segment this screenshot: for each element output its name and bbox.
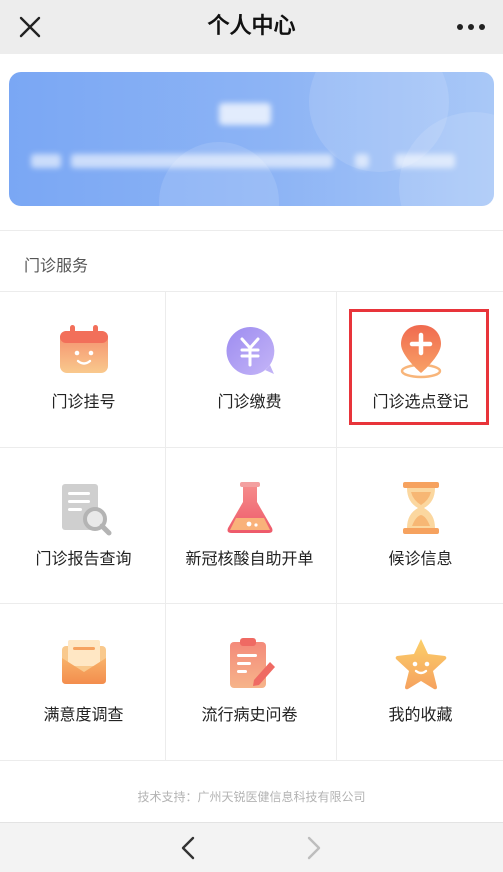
service-label: 门诊选点登记 xyxy=(372,392,469,411)
service-label: 门诊报告查询 xyxy=(35,549,132,568)
section-title: 门诊服务 xyxy=(24,256,89,275)
user-card[interactable] xyxy=(9,72,494,206)
payment-icon xyxy=(220,321,280,381)
service-outpatient-registration[interactable]: 门诊挂号 xyxy=(0,291,167,447)
service-label: 我的收藏 xyxy=(388,705,453,724)
service-satisfaction-survey[interactable]: 满意度调查 xyxy=(0,604,167,760)
user-card-area xyxy=(0,54,503,230)
star-icon xyxy=(391,634,451,694)
top-bar: 个人中心 xyxy=(0,0,503,54)
service-label: 门诊挂号 xyxy=(51,392,116,411)
user-name-masked xyxy=(219,103,271,125)
footer: 技术支持：广州天锐医健信息科技有限公司 xyxy=(0,772,503,822)
service-label: 满意度调查 xyxy=(43,705,124,724)
location-add-icon xyxy=(391,321,451,381)
back-arrow-icon[interactable] xyxy=(176,835,202,861)
service-outpatient-report-query[interactable]: 门诊报告查询 xyxy=(0,448,167,604)
service-outpatient-payment[interactable]: 门诊缴费 xyxy=(166,291,333,447)
close-icon[interactable] xyxy=(16,13,44,41)
hourglass-icon xyxy=(391,478,451,538)
page-title: 个人中心 xyxy=(207,14,296,39)
service-label: 门诊缴费 xyxy=(217,392,282,411)
service-label: 候诊信息 xyxy=(388,549,453,568)
bottom-nav-bar xyxy=(0,822,503,872)
service-waiting-info[interactable]: 候诊信息 xyxy=(337,448,503,604)
service-covid-test-order[interactable]: 新冠核酸自助开单 xyxy=(166,448,333,604)
report-search-icon xyxy=(54,478,114,538)
service-grid: 门诊挂号 门诊缴费 门诊选点登记 门诊报告查询 新冠核酸自助开单 候诊信息 满意… xyxy=(0,291,503,761)
service-outpatient-site-registration[interactable]: 门诊选点登记 xyxy=(337,291,503,447)
divider xyxy=(0,230,503,231)
clipboard-icon xyxy=(220,634,280,694)
envelope-icon xyxy=(54,634,114,694)
calendar-icon xyxy=(54,321,114,381)
flask-icon xyxy=(220,478,280,538)
service-label: 流行病史问卷 xyxy=(201,705,298,724)
user-info-masked xyxy=(31,154,61,168)
service-label: 新冠核酸自助开单 xyxy=(185,549,314,568)
service-epidemic-history-questionnaire[interactable]: 流行病史问卷 xyxy=(166,604,333,760)
forward-arrow-icon xyxy=(300,835,326,861)
service-my-favorites[interactable]: 我的收藏 xyxy=(337,604,503,760)
more-icon[interactable] xyxy=(453,16,489,38)
tech-support-text: 技术支持：广州天锐医健信息科技有限公司 xyxy=(137,790,366,804)
